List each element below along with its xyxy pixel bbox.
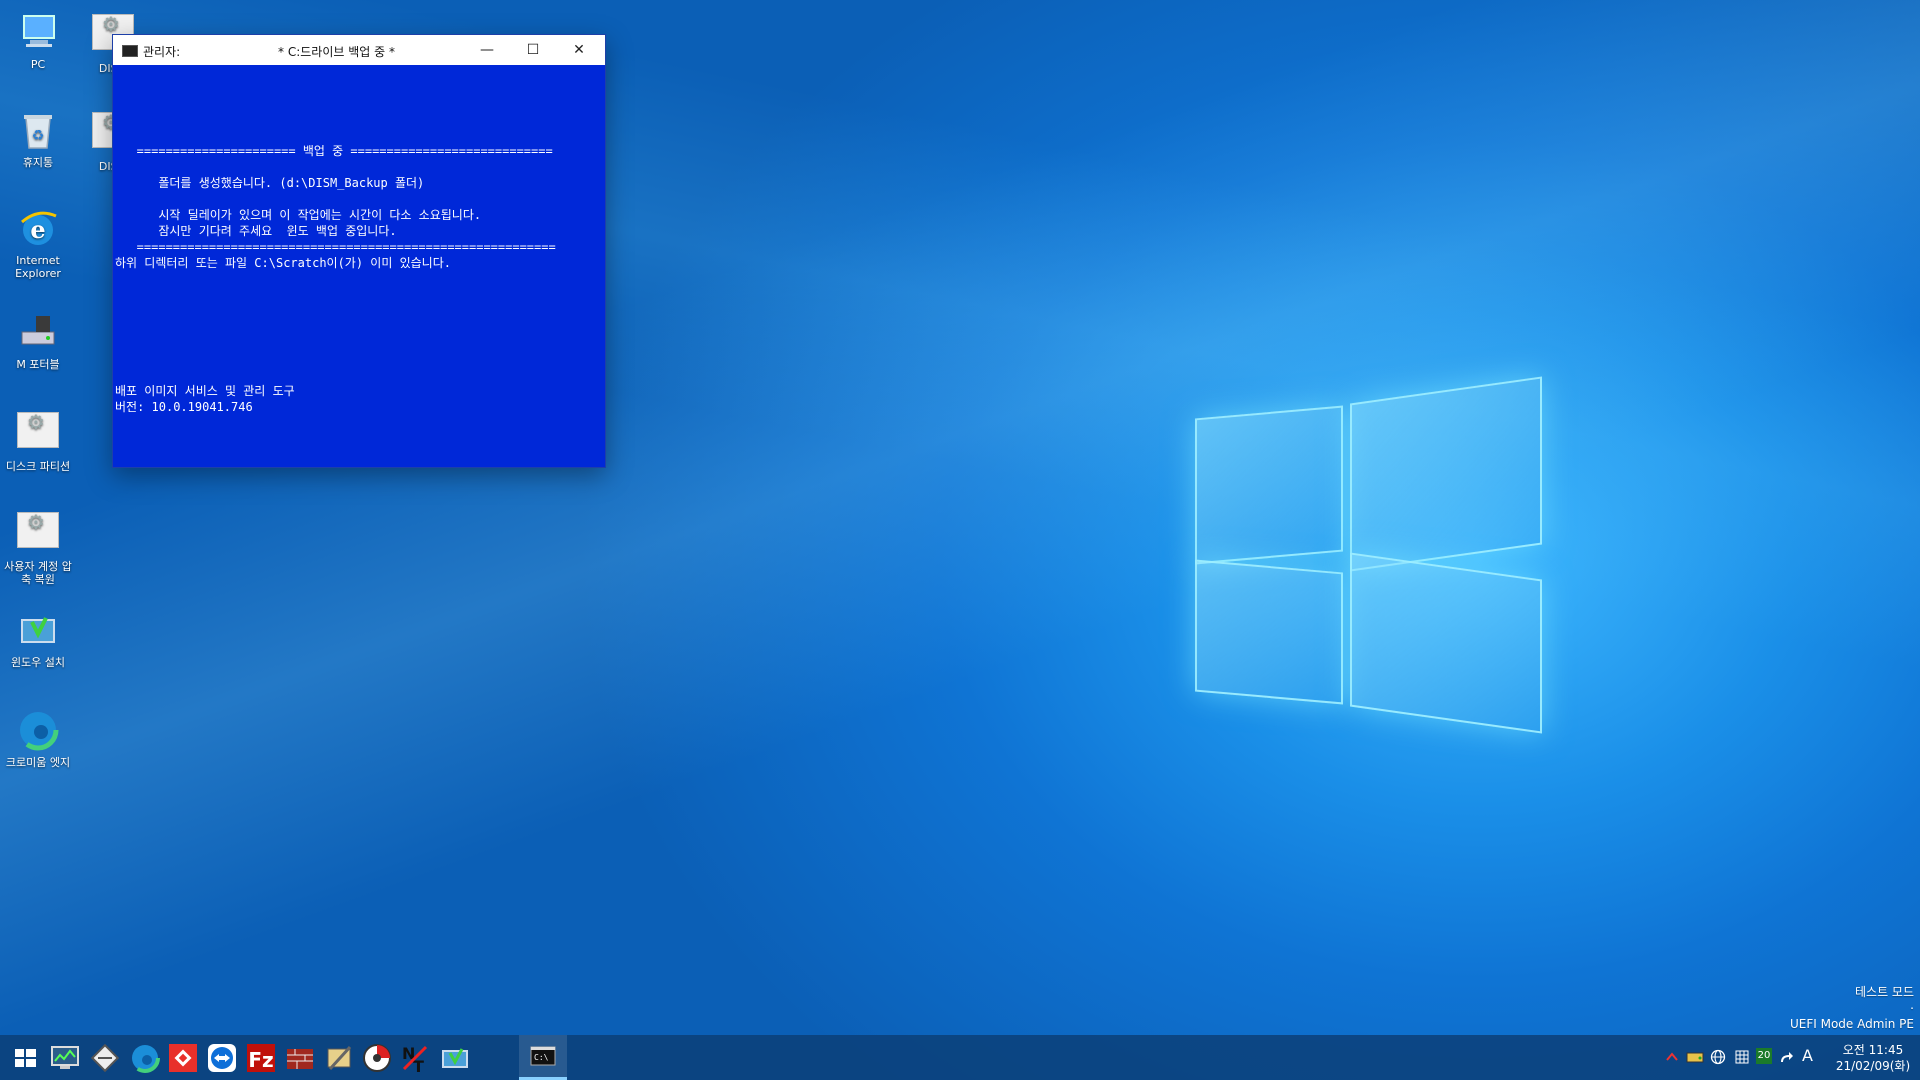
clock-date: 21/02/09(화) — [1835, 1059, 1911, 1073]
taskbar-clock[interactable]: 오전 11:45 21/02/09(화) — [1832, 1042, 1914, 1074]
desktop-icon-windows-setup[interactable]: 윈도우 설치 — [0, 608, 76, 669]
desktop-icon-internet-explorer[interactable]: e Internet Explorer — [0, 206, 76, 280]
desktop-icon-pc[interactable]: PC — [0, 10, 76, 71]
close-button[interactable]: ✕ — [556, 35, 602, 65]
desktop-icon-label: 디스크 파티션 — [5, 460, 71, 473]
settings-app-icon — [16, 512, 60, 556]
console-line: 하위 디렉터리 또는 파일 C:\Scratch이(가) 이미 있습니다. — [115, 256, 451, 270]
window-title: * C:드라이브 백업 중 * — [278, 45, 395, 59]
build-watermark: UEFI Mode Admin PE — [1789, 1017, 1914, 1031]
console-line: 배포 이미지 서비스 및 관리 도구 — [115, 384, 295, 398]
desktop-icon-disk-partition[interactable]: 디스크 파티션 — [0, 408, 76, 473]
logo-pane-top-left — [1195, 405, 1343, 565]
anydesk-icon[interactable] — [166, 1041, 200, 1075]
filezilla-icon[interactable]: Fz — [244, 1041, 278, 1075]
taskbar: Fz NT C:\ 20 A 오전 11:45 21/02/09(화) — [0, 1035, 1920, 1080]
console-line: 시작 딜레이가 있으며 이 작업에는 시간이 다소 소요됩니다. — [115, 208, 482, 222]
cmd-window[interactable]: 관리자: * C:드라이브 백업 중 * — ☐ ✕ =============… — [112, 34, 606, 468]
logo-pane-top-right — [1350, 376, 1542, 572]
firewall-icon[interactable] — [283, 1041, 317, 1075]
desktop-icon-label: Internet Explorer — [15, 254, 61, 280]
teamviewer-icon[interactable] — [205, 1041, 239, 1075]
settings-app-icon — [16, 412, 60, 456]
desktop-icon-label: PC — [30, 58, 46, 71]
desktop-icon-m-portable[interactable]: M 포터블 — [0, 310, 76, 371]
maximize-button[interactable]: ☐ — [510, 35, 556, 65]
pc-icon — [16, 10, 60, 54]
desktop-icon-user-account-backup[interactable]: 사용자 계정 압축 복원 — [0, 508, 76, 586]
keyboard-grid-icon[interactable] — [1734, 1049, 1750, 1065]
cmd-icon: C:\ — [530, 1046, 556, 1066]
notepad-plus-icon[interactable]: NT — [398, 1041, 432, 1076]
desktop-icon-chromium-edge[interactable]: 크로미움 엣지 — [0, 708, 76, 769]
disk-tool-icon[interactable] — [360, 1041, 394, 1075]
drive-icon[interactable] — [1686, 1049, 1704, 1065]
windows-start-icon[interactable] — [8, 1041, 42, 1075]
edge-icon[interactable] — [128, 1041, 162, 1075]
console-line: 잠시만 기다려 주세요 윈도 백업 중입니다. — [115, 224, 397, 238]
desktop-icon-label: 윈도우 설치 — [10, 656, 66, 669]
svg-text:C:\: C:\ — [534, 1053, 549, 1062]
windows-setup-icon[interactable] — [438, 1041, 472, 1075]
svg-text:♻: ♻ — [32, 128, 45, 144]
monitor-icon[interactable] — [48, 1041, 82, 1075]
console-output[interactable]: ====================== 백업 중 ============… — [115, 95, 556, 415]
console-line: 버전: 10.0.19041.746 — [115, 400, 253, 414]
tray-badge-icon[interactable]: 20 — [1756, 1048, 1772, 1064]
tool-icon[interactable] — [88, 1041, 122, 1075]
redo-arrow-icon[interactable] — [1778, 1049, 1794, 1065]
console-line: 폴더를 생성했습니다. (d:\DISM_Backup 폴더) — [115, 176, 425, 190]
desktop-icon-label: 사용자 계정 압축 복원 — [4, 560, 72, 586]
minimize-button[interactable]: — — [464, 35, 510, 65]
taskbar-cmd-button[interactable]: C:\ — [519, 1035, 567, 1080]
internet-explorer-icon: e — [16, 206, 60, 250]
svg-text:e: e — [30, 215, 45, 244]
desktop-icon-label: M 포터블 — [16, 358, 60, 371]
cmd-titlebar[interactable]: 관리자: * C:드라이브 백업 중 * — ☐ ✕ — [113, 35, 605, 65]
utility-icon[interactable] — [322, 1041, 356, 1075]
clock-time: 오전 11:45 — [1842, 1043, 1904, 1057]
recycle-bin-icon: ♻ — [16, 108, 60, 152]
edge-icon — [16, 708, 60, 752]
console-line: ====================== 백업 중 ============… — [115, 144, 553, 158]
window-title-prefix: 관리자: — [143, 45, 181, 59]
desktop-icon-recycle-bin[interactable]: ♻ 휴지통 — [0, 108, 76, 169]
network-globe-icon[interactable] — [1710, 1049, 1726, 1065]
desktop-icon-label: 크로미움 엣지 — [5, 756, 71, 769]
watermark-dot: . — [1910, 998, 1914, 1012]
test-mode-watermark: 테스트 모드 — [1854, 985, 1914, 999]
console-icon — [122, 45, 138, 57]
windows-setup-icon — [16, 608, 60, 652]
logo-pane-bottom-right — [1350, 552, 1542, 734]
svg-text:Fz: Fz — [248, 1048, 273, 1072]
logo-pane-bottom-left — [1195, 559, 1343, 705]
desktop-icon-label: 휴지통 — [22, 156, 54, 169]
console-line: ========================================… — [115, 240, 556, 254]
ime-indicator[interactable]: A — [1802, 1046, 1813, 1065]
portable-drive-icon — [16, 310, 60, 354]
chevron-up-icon[interactable] — [1664, 1049, 1680, 1065]
